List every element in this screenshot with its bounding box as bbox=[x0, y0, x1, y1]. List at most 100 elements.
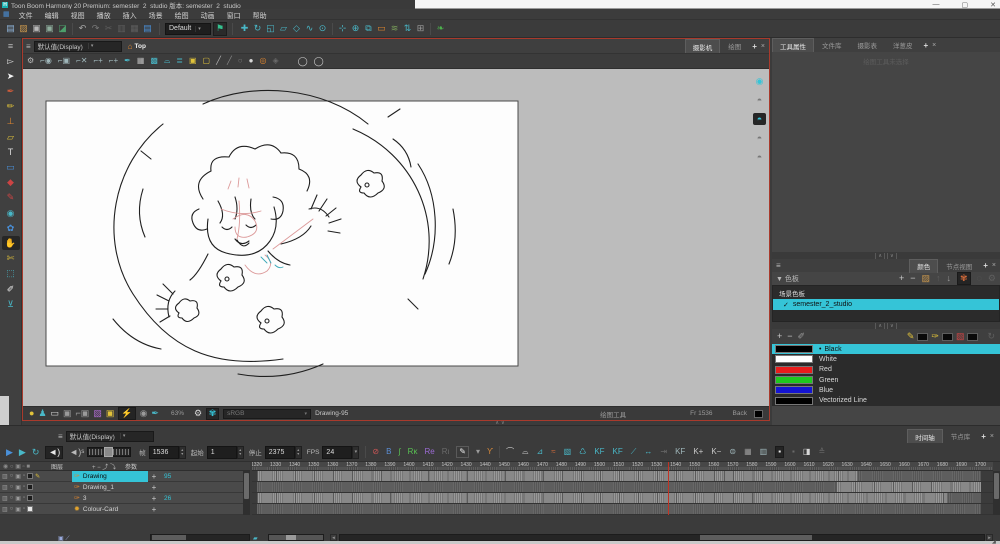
line-art-icon[interactable]: ╱ bbox=[216, 57, 221, 65]
no-tool-icon[interactable]: ⌐✕ bbox=[76, 57, 87, 65]
workspace-icon[interactable]: ▦ bbox=[3, 10, 10, 18]
tool-properties-tab-0[interactable]: 工具属性 bbox=[772, 38, 814, 52]
lock-open-icon[interactable]: ▢ bbox=[203, 57, 211, 65]
panel-splitter-mid[interactable]: ∧ ∨ bbox=[772, 322, 1000, 329]
menu-item-9[interactable]: 帮助 bbox=[247, 13, 273, 20]
show-grid-icon[interactable]: ▦ bbox=[137, 57, 145, 65]
bulb-icon[interactable]: ● bbox=[29, 409, 34, 418]
display-dropdown[interactable]: 默认值(Display) ▾ bbox=[33, 40, 122, 52]
layer-color-chip[interactable] bbox=[27, 506, 34, 512]
underlay-icon[interactable]: ╱ bbox=[227, 57, 232, 65]
bulb-off-icon[interactable]: ○ bbox=[238, 57, 243, 65]
onion-skin-icon[interactable]: ◎ bbox=[259, 57, 266, 65]
stack-icon[interactable]: ▥ bbox=[760, 448, 768, 456]
brush-color-chip[interactable] bbox=[941, 332, 953, 341]
paste-icon[interactable]: ▦ bbox=[128, 22, 141, 35]
b-render-icon[interactable]: B bbox=[386, 448, 391, 456]
camera-tab-1[interactable]: 绘图 bbox=[720, 39, 749, 53]
color-tab-1[interactable]: 节点视图 bbox=[938, 259, 980, 273]
field-spinner-0[interactable]: ▴ ▾ bbox=[178, 445, 186, 459]
palette-section-label[interactable]: ▼ 色板 bbox=[776, 274, 799, 284]
pen-arrow-icon[interactable]: ▾ bbox=[476, 448, 480, 456]
field-spinner-1[interactable]: ▴ ▾ bbox=[236, 445, 244, 459]
menu-item-5[interactable]: 场景 bbox=[143, 13, 169, 20]
redo-icon[interactable]: ↷ bbox=[89, 22, 102, 35]
color-row-green[interactable]: Green bbox=[772, 375, 1000, 385]
menu-item-3[interactable]: 播放 bbox=[91, 13, 117, 20]
camera-tab-0[interactable]: 摄影机 bbox=[684, 39, 721, 53]
color-tab-add-button[interactable]: + bbox=[980, 261, 991, 270]
layer-name-cell[interactable]: ✑ 3 bbox=[72, 493, 148, 504]
tools-menu-icon[interactable]: ≡ bbox=[2, 39, 20, 53]
gear2-icon[interactable]: ⚙ bbox=[194, 409, 202, 418]
onion-rings-icon[interactable]: ⊜ bbox=[729, 448, 736, 456]
menu-item-6[interactable]: 绘图 bbox=[169, 13, 195, 20]
field-dropdown-3[interactable]: ▾ bbox=[352, 445, 360, 459]
curve-icon[interactable]: ≋ bbox=[388, 22, 401, 35]
palette-row-selected[interactable]: ✓ semester_2_studio bbox=[773, 299, 999, 310]
track-row-Drawing[interactable] bbox=[252, 471, 993, 482]
menu-item-4[interactable]: 插入 bbox=[117, 13, 143, 20]
layer-toggle-icon-0[interactable]: ▥ bbox=[2, 484, 8, 491]
copy-icon[interactable]: ▥ bbox=[115, 22, 128, 35]
transform-tool-icon[interactable]: ▻ bbox=[2, 54, 20, 68]
layer-toggle-icon-1[interactable]: ○ bbox=[10, 495, 14, 501]
play-range-icon[interactable]: ▶ bbox=[19, 447, 26, 457]
image-icon[interactable]: ▣ bbox=[63, 409, 72, 418]
layer-header-tools[interactable]: + − ⤴ ⤵ bbox=[92, 462, 116, 471]
layer-add-button[interactable]: + bbox=[148, 494, 160, 503]
film-icon[interactable]: ▩ bbox=[150, 57, 158, 65]
add-palette-icon[interactable]: + bbox=[899, 274, 904, 283]
layer-color-chip[interactable] bbox=[27, 484, 34, 490]
spin-down[interactable]: ▾ bbox=[297, 452, 299, 456]
k-plus-icon[interactable]: K+ bbox=[693, 448, 703, 456]
track-row-3[interactable] bbox=[252, 493, 993, 504]
track-row-Drawing_1[interactable] bbox=[252, 482, 993, 493]
ri-icon[interactable]: Rι bbox=[442, 448, 450, 456]
playhead[interactable] bbox=[668, 462, 670, 515]
paint-color-chip[interactable] bbox=[967, 332, 979, 341]
pen-box-icon[interactable]: ✎ bbox=[456, 446, 469, 458]
maintain-size-icon[interactable]: ◇ bbox=[290, 22, 303, 35]
cut-icon[interactable]: ✂ bbox=[102, 22, 115, 35]
pencil-tool-icon[interactable]: ✏ bbox=[2, 100, 20, 114]
show-palette-icon[interactable]: ✾ bbox=[957, 272, 971, 285]
color-tab-close-button[interactable]: × bbox=[991, 262, 1000, 269]
kf-down-icon[interactable]: KF bbox=[613, 448, 623, 456]
layer-color-chip[interactable] bbox=[27, 473, 34, 479]
timeline-tab-0[interactable]: 时间轴 bbox=[907, 429, 943, 443]
layer-toggle-icon-0[interactable]: ▥ bbox=[2, 495, 8, 502]
paint-tool-icon[interactable]: ◆ bbox=[2, 176, 20, 190]
minimize-button[interactable]: — bbox=[933, 1, 940, 8]
render-view-icon[interactable]: ◓ bbox=[753, 113, 766, 125]
sound-scrub-icon[interactable]: ◄)ˢ bbox=[69, 447, 84, 457]
move-down-icon[interactable]: ↓ bbox=[947, 274, 952, 283]
skew-icon[interactable]: ▱ bbox=[277, 22, 290, 35]
layer-toggle-icon-3[interactable]: ▫ bbox=[23, 506, 25, 512]
stencil-tool-icon[interactable]: ⊻ bbox=[2, 297, 20, 311]
rename-icon[interactable]: ≙ bbox=[818, 448, 825, 456]
render-ring2-icon[interactable]: ◯ bbox=[314, 56, 324, 66]
scroll-left-arrow[interactable]: ◂ bbox=[330, 534, 337, 541]
spin-down[interactable]: ▾ bbox=[239, 452, 241, 456]
rotate-icon[interactable]: ↻ bbox=[251, 22, 264, 35]
plant-thumbnail-icon[interactable]: ❧ bbox=[434, 22, 447, 35]
track-zoom-slider[interactable] bbox=[268, 534, 324, 541]
exposure-solid[interactable] bbox=[257, 471, 858, 481]
layer-edit-pencil-icon[interactable]: ✎ bbox=[35, 473, 40, 480]
layer-row-Drawing[interactable]: ▥ ○ ▣ ▫ ✎ ✑ Drawing +95 bbox=[0, 470, 250, 482]
panel-menu-icon[interactable]: ≡ bbox=[26, 42, 31, 51]
new-scene-icon[interactable]: ▤ bbox=[4, 22, 17, 35]
lock-status-icon[interactable]: ▣ bbox=[106, 409, 115, 418]
layer-add-button[interactable]: + bbox=[148, 472, 160, 481]
remove-color-icon[interactable]: − bbox=[787, 332, 792, 341]
scale-icon[interactable]: ◱ bbox=[264, 22, 277, 35]
refresh-icon[interactable]: ↻ bbox=[987, 332, 995, 341]
tool-properties-tab-1[interactable]: 文件库 bbox=[814, 38, 850, 52]
layer-toggle-icon-3[interactable]: ▫ bbox=[23, 473, 25, 479]
open-icon[interactable]: ▨ bbox=[17, 22, 30, 35]
layer-add-button[interactable]: + bbox=[148, 505, 160, 514]
lock-tool-icon[interactable]: ⌐▣ bbox=[58, 57, 70, 65]
card-icon[interactable]: ▭ bbox=[51, 409, 60, 418]
back-color-chip[interactable] bbox=[754, 409, 763, 418]
